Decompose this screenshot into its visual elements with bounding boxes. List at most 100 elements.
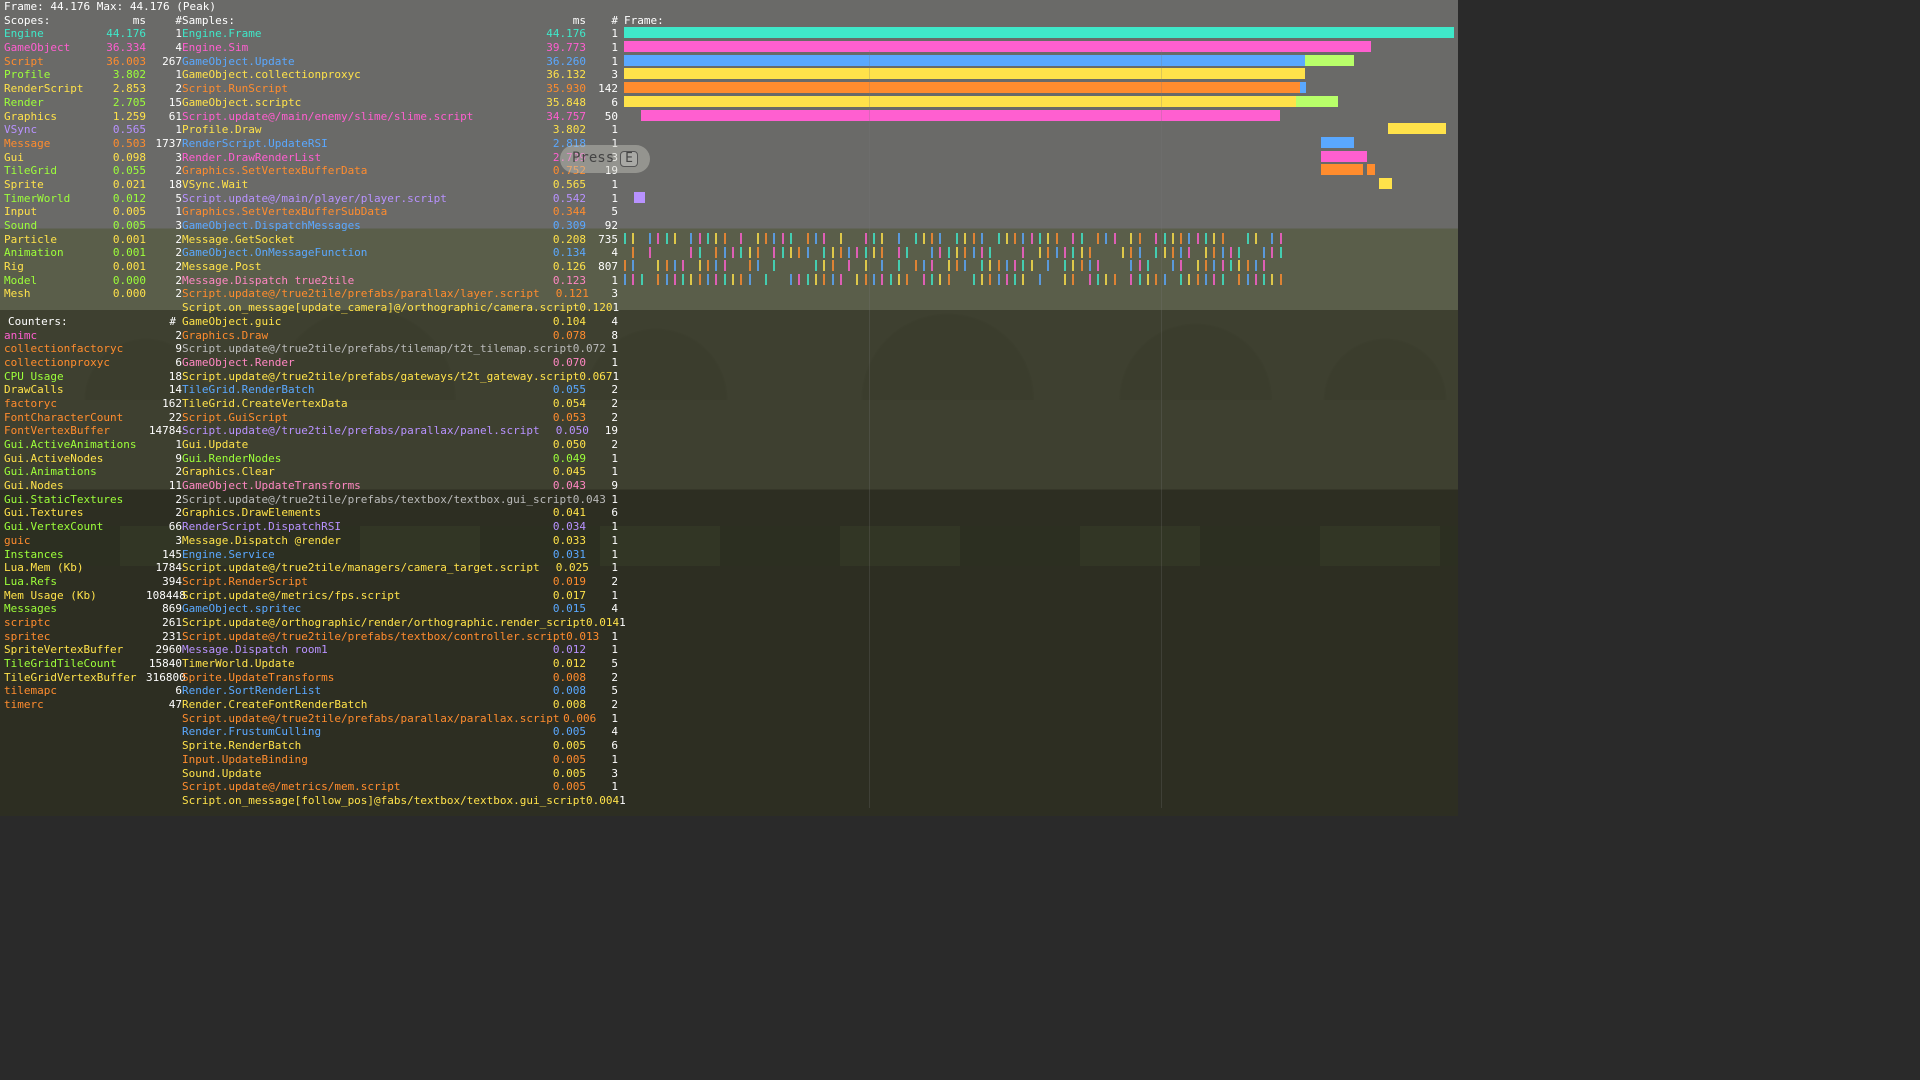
sample-row[interactable]: GameObject.DispatchMessages0.30992 [182, 219, 618, 233]
sample-row[interactable]: Render.DrawRenderList2.7093 [182, 151, 618, 165]
flame-bar[interactable] [1305, 55, 1355, 66]
flame-bar[interactable] [634, 192, 645, 203]
sample-row[interactable]: Graphics.SetVertexBufferSubData0.3445 [182, 205, 618, 219]
counter-row[interactable]: Gui.ActiveNodes9 [4, 452, 182, 466]
counter-row[interactable]: timerc47 [4, 698, 182, 712]
sample-row[interactable]: Message.GetSocket0.208735 [182, 233, 618, 247]
scope-row[interactable]: Animation0.0012 [4, 246, 182, 260]
sample-row[interactable]: Message.Dispatch true2tile0.1231 [182, 274, 618, 288]
counter-row[interactable]: scriptc261 [4, 616, 182, 630]
counter-row[interactable]: FontCharacterCount22 [4, 411, 182, 425]
flame-bar[interactable] [624, 41, 1371, 52]
counter-row[interactable]: Gui.Animations2 [4, 465, 182, 479]
flame-bar[interactable] [624, 68, 1305, 79]
sample-row[interactable]: GameObject.Render0.0701 [182, 356, 618, 370]
flame-bar[interactable] [624, 96, 1296, 107]
sample-row[interactable]: Script.update@/main/player/player.script… [182, 192, 618, 206]
sample-row[interactable]: Script.RunScript35.930142 [182, 82, 618, 96]
counter-row[interactable]: factoryc162 [4, 397, 182, 411]
sample-row[interactable]: Script.update@/true2tile/prefabs/textbox… [182, 493, 618, 507]
flame-bar[interactable] [1321, 164, 1363, 175]
flame-bar[interactable] [624, 82, 1300, 93]
counter-row[interactable]: Gui.Nodes11 [4, 479, 182, 493]
counter-row[interactable]: Instances145 [4, 548, 182, 562]
counter-row[interactable]: Gui.StaticTextures2 [4, 493, 182, 507]
sample-row[interactable]: Message.Dispatch room10.0121 [182, 643, 618, 657]
flame-bar[interactable] [641, 110, 1181, 121]
flame-bar[interactable] [1321, 151, 1367, 162]
sample-row[interactable]: Input.UpdateBinding0.0051 [182, 753, 618, 767]
sample-row[interactable]: Graphics.SetVertexBufferData0.75219 [182, 164, 618, 178]
sample-row[interactable]: Engine.Frame44.1761 [182, 27, 618, 41]
sample-row[interactable]: Gui.RenderNodes0.0491 [182, 452, 618, 466]
sample-row[interactable]: Script.update@/true2tile/prefabs/paralla… [182, 424, 618, 438]
sample-row[interactable]: Script.on_message[update_camera]@/orthog… [182, 301, 618, 315]
sample-row[interactable]: Graphics.Clear0.0451 [182, 465, 618, 479]
sample-row[interactable]: Script.on_message[follow_pos]@fabs/textb… [182, 794, 618, 808]
sample-row[interactable]: TileGrid.CreateVertexData0.0542 [182, 397, 618, 411]
scope-row[interactable]: Message0.5031737 [4, 137, 182, 151]
flame-bar[interactable] [1388, 123, 1446, 134]
counter-row[interactable]: collectionfactoryc9 [4, 342, 182, 356]
counter-row[interactable]: SpriteVertexBuffer2960 [4, 643, 182, 657]
sample-row[interactable]: Sprite.RenderBatch0.0056 [182, 739, 618, 753]
scope-row[interactable]: Render2.70515 [4, 96, 182, 110]
scope-row[interactable]: Rig0.0012 [4, 260, 182, 274]
counter-row[interactable]: Lua.Refs394 [4, 575, 182, 589]
flame-bar[interactable] [624, 27, 1454, 38]
counter-row[interactable]: DrawCalls14 [4, 383, 182, 397]
sample-row[interactable]: Script.update@/metrics/fps.script0.0171 [182, 589, 618, 603]
sample-row[interactable]: Sprite.UpdateTransforms0.0082 [182, 671, 618, 685]
sample-row[interactable]: Graphics.Draw0.0788 [182, 329, 618, 343]
sample-row[interactable]: Graphics.DrawElements0.0416 [182, 506, 618, 520]
sample-row[interactable]: Profile.Draw3.8021 [182, 123, 618, 137]
scope-row[interactable]: Engine44.1761 [4, 27, 182, 41]
scope-row[interactable]: Script36.003267 [4, 55, 182, 69]
scope-row[interactable]: TileGrid0.0552 [4, 164, 182, 178]
scope-row[interactable]: VSync0.5651 [4, 123, 182, 137]
sample-row[interactable]: Script.update@/main/enemy/slime/slime.sc… [182, 110, 618, 124]
counter-row[interactable]: Messages869 [4, 602, 182, 616]
scope-row[interactable]: GameObject36.3344 [4, 41, 182, 55]
scope-row[interactable]: Graphics1.25961 [4, 110, 182, 124]
sample-row[interactable]: Sound.Update0.0053 [182, 767, 618, 781]
scope-row[interactable]: Input0.0051 [4, 205, 182, 219]
scope-row[interactable]: Particle0.0012 [4, 233, 182, 247]
counter-row[interactable]: animc2 [4, 329, 182, 343]
counter-row[interactable]: Lua.Mem (Kb)1784 [4, 561, 182, 575]
sample-row[interactable]: Message.Dispatch @render0.0331 [182, 534, 618, 548]
scope-row[interactable]: Mesh0.0002 [4, 287, 182, 301]
sample-row[interactable]: Script.update@/true2tile/managers/camera… [182, 561, 618, 575]
scope-row[interactable]: Profile3.8021 [4, 68, 182, 82]
counter-row[interactable]: Gui.ActiveAnimations1 [4, 438, 182, 452]
flame-bar[interactable] [1300, 82, 1306, 93]
sample-row[interactable]: Script.RenderScript0.0192 [182, 575, 618, 589]
flame-bar[interactable] [624, 55, 1305, 66]
sample-row[interactable]: GameObject.spritec0.0154 [182, 602, 618, 616]
flame-bar[interactable] [1180, 110, 1280, 121]
counter-row[interactable]: Gui.VertexCount66 [4, 520, 182, 534]
profiler-overlay[interactable]: Frame: 44.176 Max: 44.176 (Peak) Scopes:… [0, 0, 1458, 816]
flame-bar[interactable] [1379, 178, 1391, 189]
sample-row[interactable]: GameObject.Update36.2601 [182, 55, 618, 69]
sample-row[interactable]: Script.update@/true2tile/prefabs/paralla… [182, 712, 618, 726]
counter-row[interactable]: spritec231 [4, 630, 182, 644]
scope-row[interactable]: Sprite0.02118 [4, 178, 182, 192]
sample-row[interactable]: TimerWorld.Update0.0125 [182, 657, 618, 671]
scope-row[interactable]: Gui0.0983 [4, 151, 182, 165]
sample-row[interactable]: Engine.Sim39.7731 [182, 41, 618, 55]
sample-row[interactable]: GameObject.scriptc35.8486 [182, 96, 618, 110]
counter-row[interactable]: TileGridTileCount15840 [4, 657, 182, 671]
sample-row[interactable]: Render.SortRenderList0.0085 [182, 684, 618, 698]
scope-row[interactable]: Model0.0002 [4, 274, 182, 288]
sample-row[interactable]: Script.update@/true2tile/prefabs/tilemap… [182, 342, 618, 356]
counter-row[interactable]: tilemapc6 [4, 684, 182, 698]
sample-row[interactable]: Script.update@/true2tile/prefabs/textbox… [182, 630, 618, 644]
sample-row[interactable]: GameObject.collectionproxyc36.1323 [182, 68, 618, 82]
sample-row[interactable]: Script.update@/true2tile/prefabs/gateway… [182, 370, 618, 384]
counter-row[interactable]: Mem Usage (Kb)108448 [4, 589, 182, 603]
scope-row[interactable]: Sound0.0053 [4, 219, 182, 233]
counter-row[interactable]: Gui.Textures2 [4, 506, 182, 520]
sample-row[interactable]: Render.CreateFontRenderBatch0.0082 [182, 698, 618, 712]
counter-row[interactable]: guic3 [4, 534, 182, 548]
